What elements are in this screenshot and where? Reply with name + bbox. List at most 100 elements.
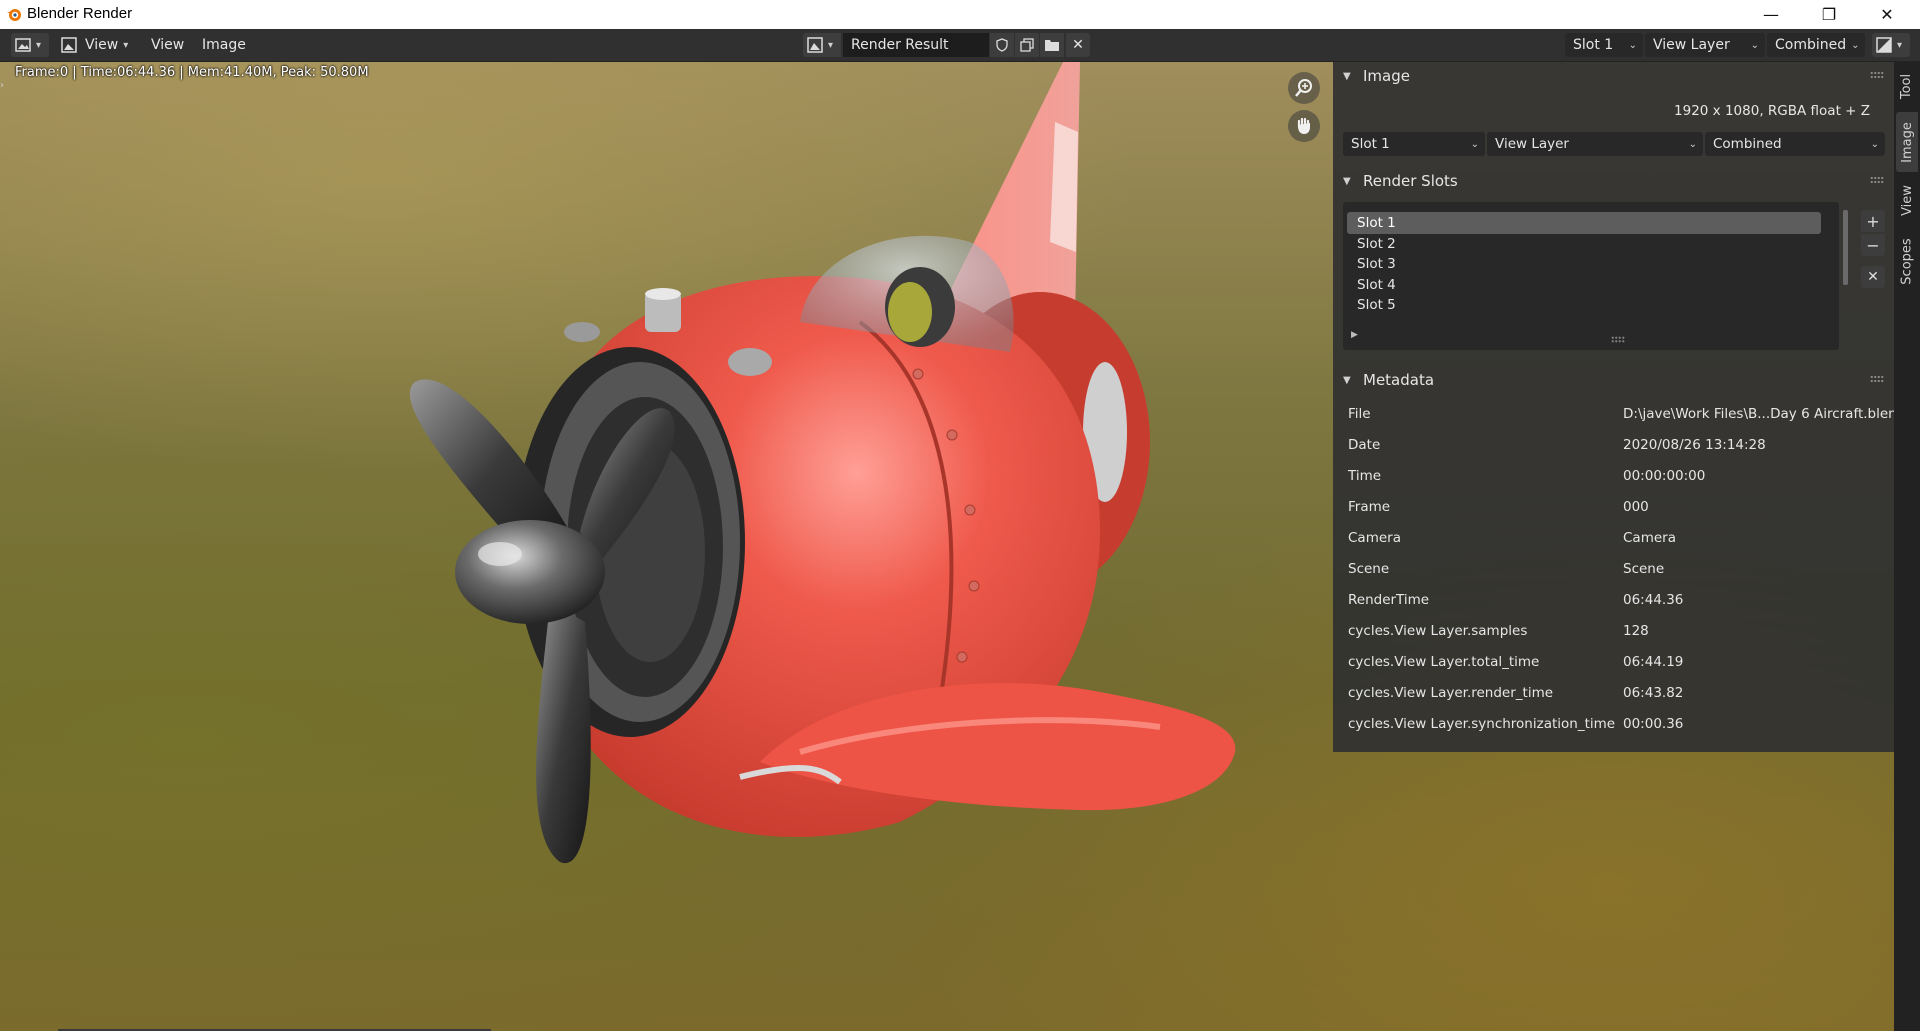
- fake-user-button[interactable]: [990, 33, 1014, 57]
- collapse-triangle-icon: ▼: [1343, 374, 1351, 386]
- chevron-down-icon: ⌄: [1470, 138, 1479, 150]
- panel-view-layer-dropdown[interactable]: View Layer ⌄: [1487, 132, 1703, 156]
- hand-icon: [1297, 117, 1310, 134]
- chevron-down-icon: ▾: [1897, 39, 1903, 51]
- metadata-value: 2020/08/26 13:14:28: [1623, 437, 1766, 453]
- sidebar-tab-strip: Tool Image View Scopes: [1894, 62, 1920, 1031]
- metadata-table: File D:\jave\Work Files\B...Day 6 Aircraf…: [1333, 400, 1905, 741]
- list-resize-grip-icon[interactable]: [1611, 336, 1625, 343]
- metadata-key: cycles.View Layer.samples: [1348, 623, 1528, 639]
- image-name-field[interactable]: Render Result: [843, 33, 989, 57]
- slot-list-scrollbar[interactable]: [1843, 210, 1848, 285]
- render-slot-list: Slot 1 Slot 2 Slot 3 Slot 4 Slot 5 ▶: [1343, 202, 1848, 350]
- tab-view-label: View: [1899, 184, 1915, 216]
- render-slots-panel-header[interactable]: ▼ Render Slots: [1333, 167, 1894, 195]
- metadata-value: Camera: [1623, 530, 1676, 546]
- panel-pass-dropdown[interactable]: Combined ⌄: [1705, 132, 1885, 156]
- table-row: cycles.View Layer.samples 128: [1333, 617, 1894, 648]
- tab-image[interactable]: Image: [1896, 112, 1918, 172]
- collapse-triangle-icon: ▼: [1343, 70, 1351, 82]
- table-row: Time 00:00:00:00: [1333, 462, 1894, 493]
- metadata-key: Camera: [1348, 530, 1401, 546]
- chevron-down-icon: ⌄: [1628, 39, 1637, 51]
- sidebar-panel: ▼ Image 1920 x 1080, RGBA float + Z Slot…: [1333, 62, 1905, 752]
- table-row: cycles.View Layer.synchronization_time 00…: [1333, 710, 1894, 741]
- drag-grip-icon[interactable]: [1870, 375, 1884, 383]
- unlink-image-button[interactable]: ✕: [1066, 33, 1090, 57]
- header-pass-dropdown[interactable]: Combined ⌄: [1767, 33, 1865, 57]
- table-row: cycles.View Layer.total_time 06:44.19: [1333, 648, 1894, 679]
- metadata-value: 00:00:00:00: [1623, 468, 1706, 484]
- image-panel-header[interactable]: ▼ Image: [1333, 62, 1894, 90]
- metadata-value: 128: [1623, 623, 1649, 639]
- clear-slot-button[interactable]: ✕: [1861, 266, 1885, 288]
- chevron-down-icon: ▾: [123, 39, 129, 51]
- add-slot-button[interactable]: +: [1861, 210, 1885, 232]
- image-editor-header: ▾ View ▾ View Image ▾ Render Result ✕ Sl…: [0, 29, 1920, 62]
- view-mode-dropdown[interactable]: View ▾: [57, 33, 135, 57]
- drag-grip-icon[interactable]: [1870, 71, 1884, 79]
- minus-icon: −: [1866, 235, 1880, 255]
- tab-view[interactable]: View: [1896, 176, 1918, 224]
- list-item[interactable]: Slot 3: [1347, 253, 1821, 275]
- menu-view[interactable]: View: [143, 33, 192, 57]
- maximize-button[interactable]: ❐: [1800, 0, 1858, 29]
- header-pass-label: Combined: [1775, 37, 1847, 53]
- metadata-key: cycles.View Layer.total_time: [1348, 654, 1540, 670]
- table-row: cycles.View Layer.render_time 06:43.82: [1333, 679, 1894, 710]
- list-item[interactable]: Slot 1: [1347, 212, 1821, 234]
- drag-grip-icon[interactable]: [1870, 176, 1884, 184]
- shield-icon: [996, 38, 1008, 52]
- zoom-gizmo-button[interactable]: [1288, 72, 1320, 104]
- minimize-button[interactable]: —: [1742, 0, 1800, 29]
- metadata-panel-header[interactable]: ▼ Metadata: [1333, 366, 1894, 394]
- tab-tool[interactable]: Tool: [1896, 66, 1918, 106]
- chevron-down-icon: ⌄: [1750, 39, 1759, 51]
- duplicate-icon: [1020, 38, 1034, 52]
- header-slot-dropdown[interactable]: Slot 1 ⌄: [1565, 33, 1643, 57]
- table-row: Date 2020/08/26 13:14:28: [1333, 431, 1894, 462]
- close-button[interactable]: ✕: [1858, 0, 1916, 29]
- metadata-key: Frame: [1348, 499, 1391, 515]
- zoom-icon: [1295, 79, 1312, 97]
- metadata-key: RenderTime: [1348, 592, 1430, 608]
- folder-icon: [1045, 40, 1059, 51]
- remove-slot-button[interactable]: −: [1861, 234, 1885, 256]
- tab-scopes-label: Scopes: [1899, 237, 1915, 285]
- display-channels-button[interactable]: ▾: [1872, 33, 1910, 57]
- list-filter-toggle-icon[interactable]: ▶: [1351, 330, 1358, 340]
- chevron-down-icon: ⌄: [1688, 138, 1697, 150]
- browse-image-button[interactable]: ▾: [803, 33, 841, 57]
- new-image-button[interactable]: [1015, 33, 1039, 57]
- metadata-value: 06:43.82: [1623, 685, 1684, 701]
- close-icon: ✕: [1880, 5, 1894, 24]
- metadata-value: 000: [1623, 499, 1649, 515]
- panel-pass-label: Combined: [1713, 136, 1782, 152]
- view-mode-label: View: [85, 37, 119, 53]
- tab-image-label: Image: [1899, 121, 1915, 163]
- image-browse-icon: [807, 37, 823, 53]
- tab-scopes[interactable]: Scopes: [1896, 228, 1918, 294]
- metadata-key: Scene: [1348, 561, 1390, 577]
- chevron-down-icon: ⌄: [1851, 39, 1860, 51]
- pan-gizmo-button[interactable]: [1288, 110, 1320, 142]
- chevron-down-icon: ▾: [36, 39, 42, 51]
- panel-view-layer-label: View Layer: [1495, 136, 1569, 152]
- metadata-value: 00:00.36: [1623, 716, 1684, 732]
- region-toggle-icon[interactable]: ›: [0, 80, 4, 91]
- metadata-value: D:\jave\Work Files\B...Day 6 Aircraft.bl…: [1623, 406, 1906, 422]
- plus-icon: +: [1866, 211, 1880, 231]
- header-view-layer-dropdown[interactable]: View Layer ⌄: [1645, 33, 1765, 57]
- open-image-button[interactable]: [1040, 33, 1064, 57]
- metadata-value: Scene: [1623, 561, 1665, 577]
- metadata-key: cycles.View Layer.synchronization_time: [1348, 716, 1616, 732]
- list-item[interactable]: Slot 2: [1347, 233, 1821, 255]
- menu-image[interactable]: Image: [194, 33, 254, 57]
- panel-slot-label: Slot 1: [1351, 136, 1390, 152]
- tab-tool-label: Tool: [1899, 73, 1915, 99]
- panel-slot-dropdown[interactable]: Slot 1 ⌄: [1343, 132, 1485, 156]
- table-row: RenderTime 06:44.36: [1333, 586, 1894, 617]
- editor-type-button[interactable]: ▾: [11, 33, 49, 57]
- list-item[interactable]: Slot 4: [1347, 274, 1821, 296]
- list-item[interactable]: Slot 5: [1347, 294, 1821, 316]
